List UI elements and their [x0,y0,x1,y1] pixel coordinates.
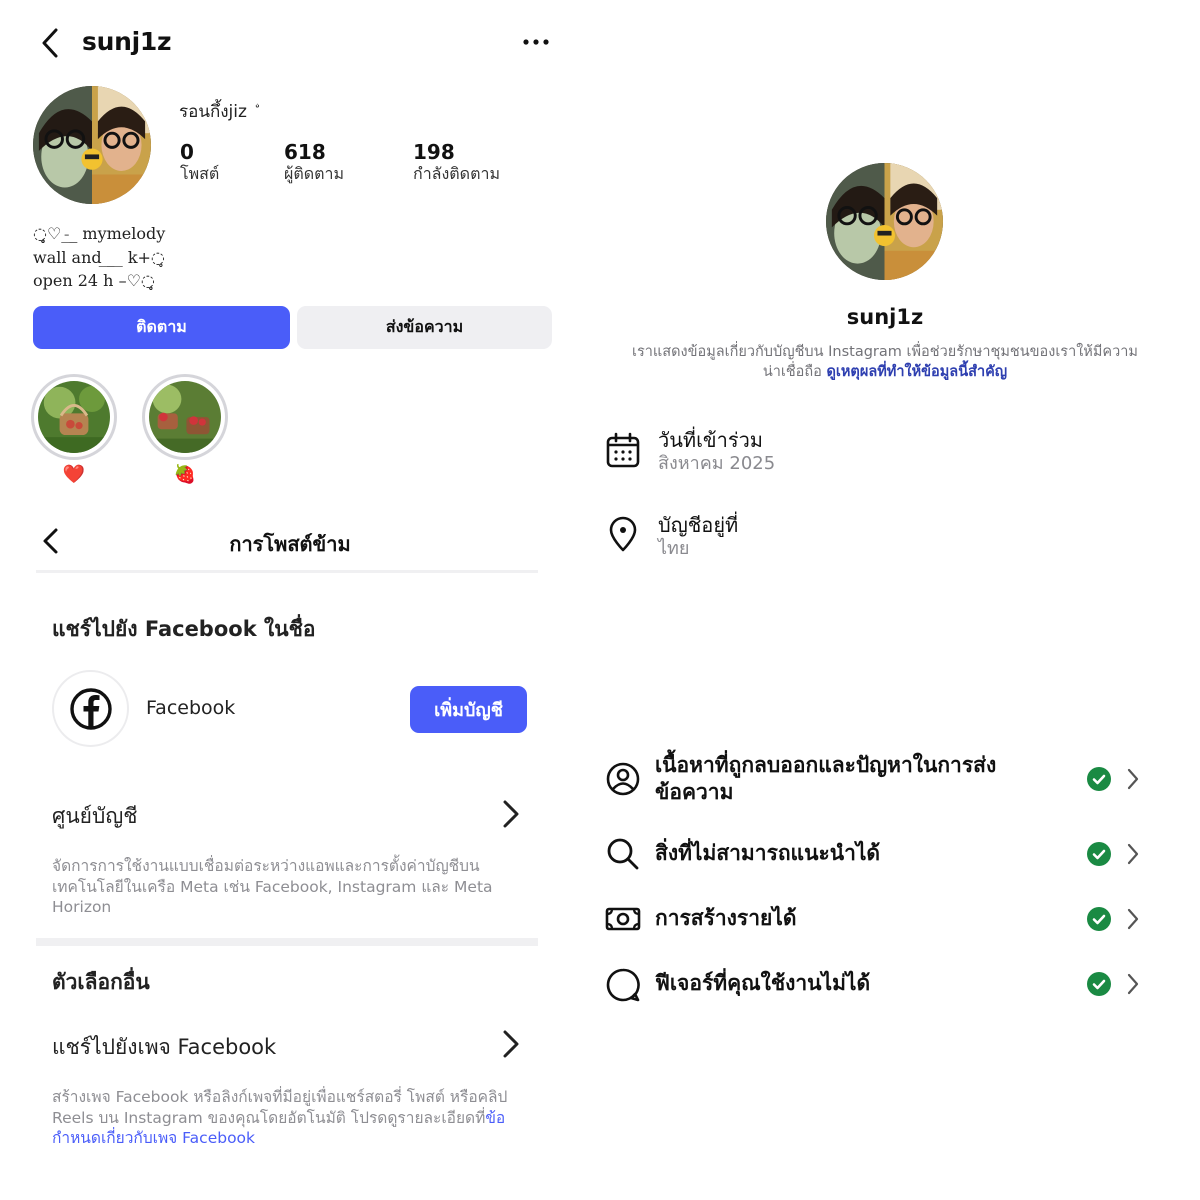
message-button[interactable]: ส่งข้อความ [297,306,552,349]
account-based-label: บัญชีอยู่ที่ [658,513,739,537]
divider [36,570,538,573]
stat-followers-count: 618 [284,140,326,164]
highlight-thumbnail [38,381,110,453]
stat-following-count: 198 [413,140,455,164]
chevron-right-icon[interactable] [1124,766,1142,792]
about-avatar [826,163,943,280]
profile-username: sunj1z [82,27,172,56]
story-highlight[interactable] [31,374,117,460]
add-account-button[interactable]: เพิ่มบัญชี [410,686,527,733]
profile-bio: ◌̥̥̥♡_̵_̲ mymelody wall and ̲_̲_ k+◌̥ op… [33,222,165,293]
story-highlight[interactable] [142,374,228,460]
money-icon [604,900,642,938]
profile-display-name: รอนกึ้งjiz ۨ [179,102,253,122]
about-info: เราแสดงข้อมูลเกี่ยวกับบัญชีบน Instagram … [630,342,1140,382]
more-options-icon[interactable] [520,30,552,54]
location-pin-icon [604,516,642,554]
share-to-page-description: สร้างเพจ Facebook หรือลิงก์เพจที่มีอยู่เ… [52,1087,522,1149]
chevron-right-icon[interactable] [500,1027,522,1061]
bio-line: ◌̥̥̥♡_̵_̲ mymelody [33,224,166,243]
stat-posts-label: โพสต์ [180,164,220,183]
profile-header: sunj1z [0,0,580,88]
status-item-label[interactable]: ฟีเจอร์ที่คุณใช้งานไม่ได้ [655,970,1035,997]
user-circle-icon [604,760,642,798]
back-arrow-icon[interactable] [36,26,66,60]
check-icon [1087,907,1111,931]
follow-button[interactable]: ติดตาม [33,306,290,349]
stat-following-label: กำลังติดตาม [413,164,500,183]
share-to-facebook-heading: แชร์ไปยัง Facebook ในชื่อ [52,617,316,641]
accounts-center-description: จัดการการใช้งานแบบเชื่อมต่อระหว่างแอพและ… [52,857,493,916]
stat-followers[interactable]: 618 ผู้ติดตาม [284,140,344,184]
facebook-icon [69,687,112,730]
crosspost-title: การโพสต์ข้าม [229,532,351,556]
search-icon [604,835,642,873]
share-to-page-desc-text: สร้างเพจ Facebook หรือลิงก์เพจที่มีอยู่เ… [52,1088,508,1127]
check-icon [1087,842,1111,866]
stat-posts[interactable]: 0 โพสต์ [180,140,219,184]
share-to-page-title[interactable]: แชร์ไปยังเพจ Facebook [52,1031,276,1064]
chevron-right-icon[interactable] [1124,906,1142,932]
highlight-label: 🍓 [173,464,197,485]
stat-followers-label: ผู้ติดตาม [284,164,345,183]
accounts-center-title[interactable]: ศูนย์บัญชี [52,800,137,833]
chat-bubble-icon [604,966,642,1004]
profile-avatar[interactable] [33,86,151,204]
stat-following[interactable]: 198 กำลังติดตาม [413,140,500,184]
date-joined-value: สิงหาคม 2025 [658,453,776,474]
status-item-label[interactable]: สิ่งที่ไม่สามารถแนะนำได้ [655,840,1035,867]
facebook-label: Facebook [146,697,236,719]
profile-panel: sunj1z รอนกึ้งjiz ۨ 0 โพสต์ 618 ผู้ติดตา… [0,0,580,1200]
check-icon [1087,767,1111,791]
facebook-avatar [52,670,129,747]
chevron-right-icon[interactable] [1124,971,1142,997]
stat-posts-count: 0 [180,140,194,164]
about-username: sunj1z [846,305,924,329]
status-item-label[interactable]: การสร้างรายได้ [655,905,1035,932]
bio-line: wall and ̲_̲_ k+◌̥ [33,247,165,267]
date-joined-label: วันที่เข้าร่วม [658,428,763,452]
chevron-right-icon[interactable] [1124,841,1142,867]
highlight-label: ❤️ [62,464,86,485]
account-based-value: ไทย [658,538,690,559]
highlight-thumbnail [149,381,221,453]
divider [36,938,538,946]
calendar-icon [604,432,642,470]
about-info-link[interactable]: ดูเหตุผลที่ทำให้ข้อมูลนี้สำคัญ [827,364,1008,380]
status-item-label[interactable]: เนื้อหาที่ถูกลบออกและปัญหาในการส่งข้อควา… [655,752,1035,806]
other-options-heading: ตัวเลือกอื่น [52,970,150,994]
bio-line: open 24 h –♡◌̥̥ [33,271,155,290]
check-icon [1087,972,1111,996]
chevron-right-icon[interactable] [500,797,522,831]
